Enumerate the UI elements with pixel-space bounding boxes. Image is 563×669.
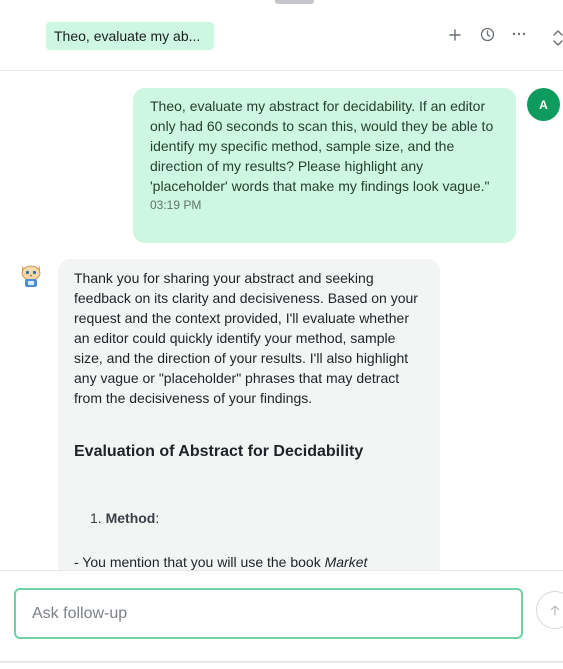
more-options-button[interactable] [509,24,529,44]
composer [0,570,563,669]
dash-italic: Market [324,554,368,570]
arrow-up-icon [550,605,560,616]
user-message-bubble: Theo, evaluate my abstract for decidabil… [133,88,516,243]
user-message-text: Theo, evaluate my abstract for decidabil… [150,98,494,194]
cat-bot-icon [19,261,43,289]
expand-icon [553,30,563,46]
history-icon [480,27,494,41]
expand-button[interactable] [548,28,563,48]
list-number: 1. [90,510,102,526]
new-chat-button[interactable] [445,25,465,45]
plus-icon [449,29,461,41]
chat-messages[interactable]: Theo, evaluate my abstract for decidabil… [0,72,563,570]
user-message-time: 03:19 PM [150,198,202,212]
bot-dash-line: - You mention that you will use the book… [74,552,426,570]
send-button[interactable] [536,591,563,629]
chat-header: Theo, evaluate my ab... [0,4,563,71]
bot-heading: Evaluation of Abstract for Decidability [74,443,364,460]
bot-list-item: 1. Method: [74,508,426,528]
more-icon [512,32,526,36]
bot-intro-text: Thank you for sharing your abstract and … [74,270,418,406]
chat-title[interactable]: Theo, evaluate my ab... [46,22,214,50]
list-item-label: Method [105,510,156,526]
bot-message-bubble: Thank you for sharing your abstract and … [58,259,440,570]
history-button[interactable] [477,24,497,44]
follow-up-input[interactable] [14,588,523,639]
user-avatar: A [527,88,560,121]
bottom-divider [0,661,563,663]
list-item-suffix: : [155,510,160,526]
dash-text: - You mention that you will use the book [74,554,325,570]
